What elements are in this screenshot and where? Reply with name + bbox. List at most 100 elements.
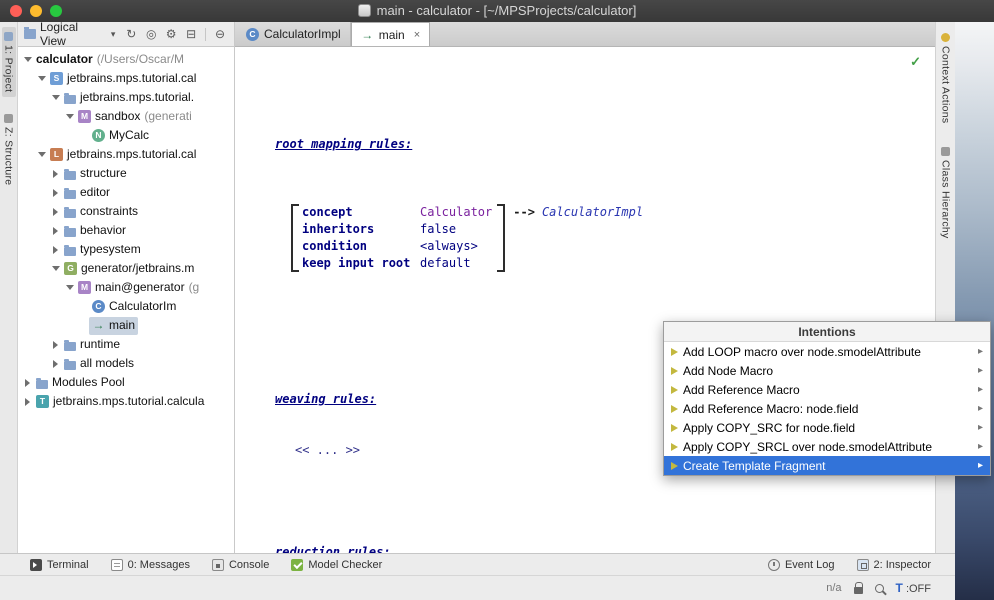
expand-arrow-icon[interactable]: [64, 278, 75, 297]
tree-item-solution-module[interactable]: Sjetbrains.mps.tutorial.cal: [18, 69, 234, 88]
submenu-arrow-icon: ▸: [978, 365, 983, 376]
leaf-spacer: [78, 316, 89, 335]
sync-icon[interactable]: ↻: [123, 27, 139, 41]
popup-title: Intentions: [664, 322, 990, 342]
collapse-arrow-icon[interactable]: [50, 335, 61, 354]
intention-item-apply-copy-src[interactable]: Apply COPY_SRC for node.field▸: [664, 418, 990, 437]
folder-icon: [64, 342, 76, 351]
expand-arrow-icon[interactable]: [50, 88, 61, 107]
tree-item-build-solution[interactable]: Tjetbrains.mps.tutorial.calcula: [18, 392, 234, 411]
event-log-icon: [768, 559, 780, 571]
expand-arrow-icon[interactable]: [64, 107, 75, 126]
read-only-lock-icon[interactable]: [854, 587, 863, 594]
collapse-arrow-icon[interactable]: [50, 202, 61, 221]
tree-item-main-generator-model[interactable]: Mmain@generator(g: [18, 278, 234, 297]
tool-tab-context-actions[interactable]: Context Actions: [939, 28, 953, 128]
expand-arrow-icon[interactable]: [22, 50, 33, 69]
submenu-arrow-icon: ▸: [978, 384, 983, 395]
tree-item-calculator[interactable]: calculator(/Users/Oscar/M: [18, 50, 234, 69]
tool-button-console[interactable]: Console: [212, 559, 269, 571]
tool-button-model-checker[interactable]: Model Checker: [291, 559, 382, 571]
intention-item-add-loop-macro[interactable]: Add LOOP macro over node.smodelAttribute…: [664, 342, 990, 361]
chevron-down-icon[interactable]: ▾: [111, 29, 116, 40]
collapse-arrow-icon[interactable]: [50, 183, 61, 202]
tree-item-typesystem[interactable]: typesystem: [18, 240, 234, 259]
tree-item-modules-pool[interactable]: Modules Pool: [18, 373, 234, 392]
tree-item-constraints[interactable]: constraints: [18, 202, 234, 221]
tree-item-behavior[interactable]: behavior: [18, 221, 234, 240]
tree-item-models-folder[interactable]: jetbrains.mps.tutorial.: [18, 88, 234, 107]
collapse-all-icon[interactable]: ⊟: [183, 27, 199, 41]
project-tool-icon: [4, 32, 13, 41]
tree-item-main[interactable]: →main: [18, 316, 234, 335]
tab-main[interactable]: → main ×: [351, 22, 430, 46]
close-window-button[interactable]: [10, 5, 22, 17]
intention-item-create-template-fragment[interactable]: Create Template Fragment▸: [664, 456, 990, 475]
collapse-arrow-icon[interactable]: [50, 164, 61, 183]
mapping-config-icon: →: [361, 28, 374, 41]
tool-button-event-log[interactable]: Event Log: [768, 559, 835, 571]
intention-icon: [671, 443, 678, 451]
editor-tab-bar: C CalculatorImpl → main ×: [235, 22, 935, 47]
tree-item-all-models[interactable]: all models: [18, 354, 234, 373]
window-title: main - calculator - [~/MPSProjects/calcu…: [0, 3, 994, 20]
expand-arrow-icon[interactable]: [36, 145, 47, 164]
collapse-arrow-icon[interactable]: [50, 221, 61, 240]
inspection-ok-icon[interactable]: ✓: [910, 53, 921, 70]
intention-icon: [671, 424, 678, 432]
zoom-window-button[interactable]: [50, 5, 62, 17]
typesystem-toggle[interactable]: T :OFF: [896, 581, 931, 595]
tool-button-messages[interactable]: 0: Messages: [111, 559, 190, 571]
scroll-to-source-icon[interactable]: ◎: [143, 27, 159, 41]
close-icon[interactable]: ×: [414, 29, 420, 41]
hide-panel-icon[interactable]: ⊖: [212, 27, 228, 41]
collapse-arrow-icon[interactable]: [50, 354, 61, 373]
rule-target[interactable]: CalculatorImpl: [542, 205, 643, 219]
section-heading[interactable]: reduction rules:: [275, 544, 391, 553]
structure-tool-icon: [4, 114, 13, 123]
generator-editor-canvas[interactable]: ✓ root mapping rules: conceptCalculator …: [235, 47, 935, 553]
left-tool-stripe: 1: Project Z: Structure: [0, 22, 18, 553]
root-mapping-rule-block[interactable]: conceptCalculator inheritorsfalse condit…: [291, 204, 935, 272]
expand-arrow-icon[interactable]: [50, 259, 61, 278]
desktop-wallpaper: [955, 22, 994, 600]
tree-item-mycalc[interactable]: NMyCalc: [18, 126, 234, 145]
intention-item-add-reference-macro-field[interactable]: Add Reference Macro: node.field▸: [664, 399, 990, 418]
expand-arrow-icon[interactable]: [36, 69, 47, 88]
tab-calculatorimpl[interactable]: C CalculatorImpl: [237, 22, 351, 46]
intention-item-apply-copy-srcl[interactable]: Apply COPY_SRCL over node.smodelAttribut…: [664, 437, 990, 456]
tree-item-structure[interactable]: structure: [18, 164, 234, 183]
tool-tab-class-hierarchy[interactable]: Class Hierarchy: [939, 142, 953, 244]
collapse-arrow-icon[interactable]: [22, 373, 33, 392]
tree-item-editor[interactable]: editor: [18, 183, 234, 202]
tool-button-terminal[interactable]: Terminal: [30, 559, 89, 571]
tree-item-language-module[interactable]: Ljetbrains.mps.tutorial.cal: [18, 145, 234, 164]
submenu-arrow-icon: ▸: [978, 346, 983, 357]
submenu-arrow-icon: ▸: [978, 422, 983, 433]
tree-item-sandbox-model[interactable]: Msandbox(generati: [18, 107, 234, 126]
tool-tab-structure[interactable]: Z: Structure: [2, 109, 16, 190]
intention-item-add-reference-macro[interactable]: Add Reference Macro▸: [664, 380, 990, 399]
messages-icon: [111, 559, 123, 571]
tool-button-inspector[interactable]: 2: Inspector: [857, 559, 931, 571]
solution-icon: S: [50, 72, 63, 85]
collapse-arrow-icon[interactable]: [22, 392, 33, 411]
section-heading[interactable]: weaving rules:: [275, 391, 376, 408]
window-title-bar: main - calculator - [~/MPSProjects/calcu…: [0, 0, 994, 22]
status-bar: n/a T :OFF: [0, 575, 955, 600]
settings-gear-icon[interactable]: ⚙: [163, 27, 179, 41]
language-icon: L: [50, 148, 63, 161]
intention-item-add-node-macro[interactable]: Add Node Macro▸: [664, 361, 990, 380]
section-heading[interactable]: root mapping rules:: [275, 136, 412, 153]
tree-item-calculatorimpl[interactable]: CCalculatorIm: [18, 297, 234, 316]
intention-icon: [671, 405, 678, 413]
magnifier-icon[interactable]: [875, 584, 884, 593]
aspect-icon: [64, 228, 76, 237]
minimize-window-button[interactable]: [30, 5, 42, 17]
view-selector[interactable]: Logical View: [40, 20, 107, 48]
tree-item-generator[interactable]: Ggenerator/jetbrains.m: [18, 259, 234, 278]
tree-item-runtime[interactable]: runtime: [18, 335, 234, 354]
collapse-arrow-icon[interactable]: [50, 240, 61, 259]
tool-tab-project[interactable]: 1: Project: [2, 27, 16, 97]
folder-icon: [64, 95, 76, 104]
